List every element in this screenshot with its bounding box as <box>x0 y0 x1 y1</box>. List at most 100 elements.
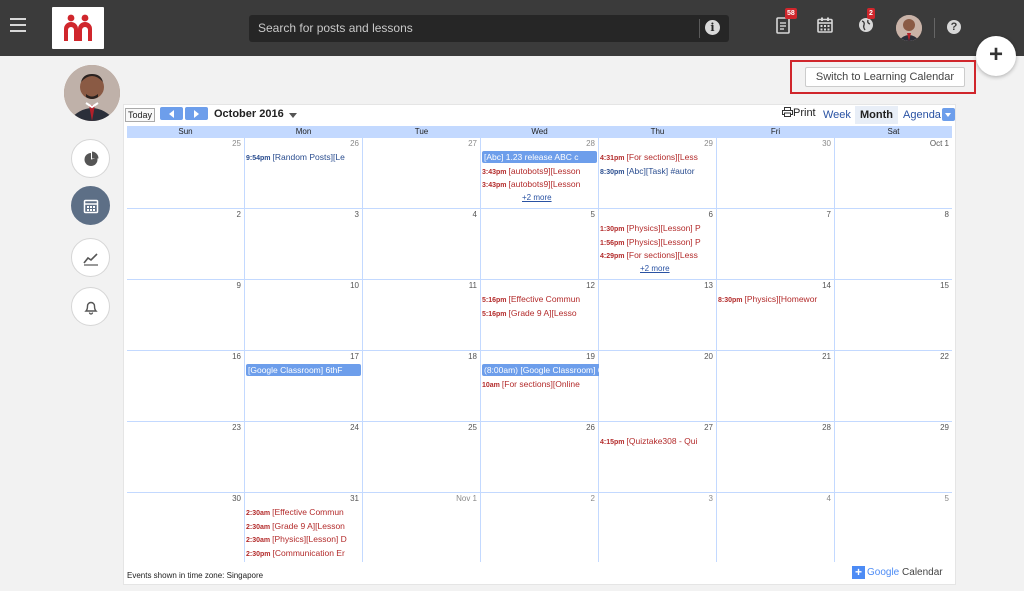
day-cell[interactable]: 5 <box>481 209 598 279</box>
calendar-event[interactable]: 2:30am [Physics][Lesson] D <box>246 533 361 545</box>
day-cell[interactable]: 25 <box>363 422 480 492</box>
tab-month[interactable]: Month <box>855 106 898 124</box>
day-cell[interactable]: 21 <box>717 351 834 421</box>
day-number[interactable]: 19 <box>586 352 595 361</box>
tab-agenda[interactable]: Agenda <box>898 106 946 124</box>
day-cell[interactable]: 26 <box>481 422 598 492</box>
calendar-event[interactable]: 4:29pm [For sections][Less <box>600 249 715 261</box>
calendar-event[interactable]: 1:30pm [Physics][Lesson] P <box>600 222 715 234</box>
calendar-event[interactable]: 5:16pm [Grade 9 A][Lesso <box>482 307 597 319</box>
day-cell[interactable]: 2 <box>127 209 244 279</box>
calendar-event[interactable]: [Abc] 1.23 release ABC c <box>482 151 597 163</box>
calendar-event[interactable]: 2:30am [Grade 9 A][Lesson <box>246 520 361 532</box>
calendar-event[interactable]: 3:43pm [autobots9][Lesson <box>482 178 597 190</box>
day-number[interactable]: 27 <box>704 423 713 432</box>
day-cell[interactable]: 16 <box>127 351 244 421</box>
day-number[interactable]: 17 <box>350 352 359 361</box>
day-number[interactable]: 21 <box>822 352 831 361</box>
day-number[interactable]: 13 <box>704 281 713 290</box>
day-number[interactable]: 12 <box>586 281 595 290</box>
day-number[interactable]: 23 <box>232 423 241 432</box>
prev-month-button[interactable] <box>160 107 183 120</box>
day-number[interactable]: 7 <box>827 210 831 219</box>
agenda-dropdown-button[interactable] <box>942 108 955 121</box>
day-cell[interactable]: 2 <box>481 493 598 563</box>
day-cell[interactable]: 17 <box>245 351 362 421</box>
day-cell[interactable]: 4 <box>717 493 834 563</box>
day-cell[interactable]: 22 <box>835 351 952 421</box>
day-number[interactable]: 3 <box>355 210 359 219</box>
day-number[interactable]: 4 <box>473 210 477 219</box>
day-number[interactable]: 27 <box>468 139 477 148</box>
day-cell[interactable]: Oct 1 <box>835 138 952 208</box>
day-number[interactable]: Oct 1 <box>930 139 949 148</box>
day-cell[interactable]: 14 <box>717 280 834 350</box>
day-number[interactable]: 16 <box>232 352 241 361</box>
search-input[interactable]: Search for posts and lessons <box>258 21 413 35</box>
chevron-down-icon[interactable] <box>289 113 297 118</box>
day-cell[interactable]: 5 <box>835 493 952 563</box>
calendar-event[interactable]: 8:30pm [Abc][Task] #autor <box>600 165 715 177</box>
day-cell[interactable]: 3 <box>245 209 362 279</box>
user-avatar[interactable] <box>896 15 922 41</box>
day-cell[interactable]: 18 <box>363 351 480 421</box>
sidebar-analytics-button[interactable] <box>71 238 110 277</box>
sidebar-reports-button[interactable] <box>71 139 110 178</box>
day-number[interactable]: 3 <box>709 494 713 503</box>
day-cell[interactable]: 27 <box>599 422 716 492</box>
day-number[interactable]: 18 <box>468 352 477 361</box>
calendar-event[interactable]: [Google Classroom] 6thF <box>246 364 361 376</box>
day-number[interactable]: 5 <box>591 210 595 219</box>
calendar-event[interactable]: 4:15pm [Quiztake308 - Qui <box>600 435 715 447</box>
day-cell[interactable]: 30 <box>717 138 834 208</box>
next-month-button[interactable] <box>185 107 208 120</box>
switch-to-learning-calendar-button[interactable]: Switch to Learning Calendar <box>805 67 965 87</box>
add-to-google-calendar-button[interactable]: + Google Calendar <box>852 565 950 580</box>
day-number[interactable]: 20 <box>704 352 713 361</box>
calendar-event[interactable]: 1:56pm [Physics][Lesson] P <box>600 236 715 248</box>
day-number[interactable]: 24 <box>350 423 359 432</box>
day-number[interactable]: Nov 1 <box>456 494 477 503</box>
day-number[interactable]: 31 <box>350 494 359 503</box>
calendar-event[interactable]: 9:54pm [Random Posts][Le <box>246 151 361 163</box>
day-number[interactable]: 28 <box>586 139 595 148</box>
day-number[interactable]: 8 <box>945 210 949 219</box>
sidebar-notifications-button[interactable] <box>71 287 110 326</box>
day-number[interactable]: 26 <box>586 423 595 432</box>
day-cell[interactable]: 7 <box>717 209 834 279</box>
day-number[interactable]: 2 <box>237 210 241 219</box>
menu-icon[interactable] <box>10 18 26 32</box>
day-cell[interactable]: 11 <box>363 280 480 350</box>
day-number[interactable]: 11 <box>469 281 477 290</box>
day-number[interactable]: 29 <box>704 139 713 148</box>
search-bar[interactable]: Search for posts and lessons i <box>249 15 729 42</box>
calendar-event[interactable]: 8:30pm [Physics][Homewor <box>718 293 833 305</box>
day-cell[interactable]: 27 <box>363 138 480 208</box>
day-number[interactable]: 30 <box>232 494 241 503</box>
today-button[interactable]: Today <box>125 108 155 122</box>
day-cell[interactable]: 28 <box>717 422 834 492</box>
calendar-icon[interactable] <box>817 17 835 35</box>
day-number[interactable]: 30 <box>822 139 831 148</box>
day-number[interactable]: 9 <box>237 281 241 290</box>
day-cell[interactable]: 30 <box>127 493 244 563</box>
day-cell[interactable]: 10 <box>245 280 362 350</box>
day-cell[interactable]: 24 <box>245 422 362 492</box>
day-cell[interactable]: 25 <box>127 138 244 208</box>
day-number[interactable]: 25 <box>468 423 477 432</box>
day-number[interactable]: 6 <box>709 210 713 219</box>
help-icon[interactable]: ? <box>947 20 961 34</box>
day-number[interactable]: 25 <box>232 139 241 148</box>
calendar-event[interactable]: 10am [For sections][Online <box>482 378 597 390</box>
app-logo[interactable] <box>52 7 104 49</box>
tab-week[interactable]: Week <box>818 106 856 124</box>
day-number[interactable]: 26 <box>350 139 359 148</box>
day-cell[interactable]: 20 <box>599 351 716 421</box>
day-number[interactable]: 15 <box>940 281 949 290</box>
info-icon[interactable]: i <box>705 20 720 35</box>
day-cell[interactable]: 3 <box>599 493 716 563</box>
day-cell[interactable]: 4 <box>363 209 480 279</box>
profile-avatar[interactable] <box>64 65 120 121</box>
print-button[interactable]: Print <box>782 107 816 119</box>
more-events-link[interactable]: +2 more <box>640 263 670 274</box>
